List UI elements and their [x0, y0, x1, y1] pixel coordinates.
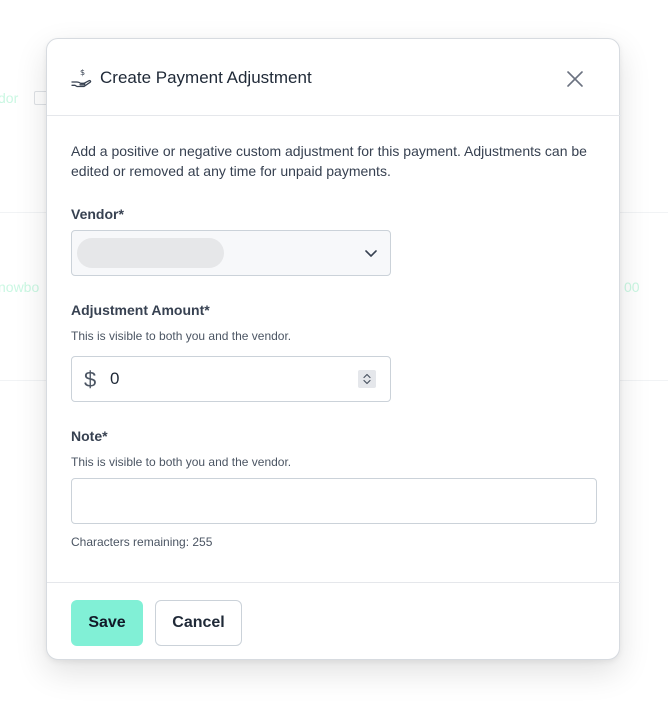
close-icon — [567, 71, 583, 87]
note-help-text: This is visible to both you and the vend… — [71, 455, 292, 469]
amount-help-text: This is visible to both you and the vend… — [71, 329, 292, 343]
hand-dollar-icon: $ — [71, 67, 93, 89]
svg-text:$: $ — [80, 68, 85, 77]
modal-description: Add a positive or negative custom adjust… — [71, 143, 587, 179]
note-label: Note* — [71, 428, 108, 444]
modal-footer-divider — [47, 582, 621, 583]
amount-field: $ — [71, 356, 391, 402]
dollar-icon: $ — [84, 367, 97, 392]
payment-adjustment-modal: $ Create Payment Adjustment Add a positi… — [46, 38, 621, 660]
vendor-label: Vendor* — [71, 206, 124, 222]
background-amount: 00 — [624, 279, 640, 295]
modal-title: Create Payment Adjustment — [100, 68, 312, 87]
background-vendor-name: nowbo — [0, 279, 40, 295]
amount-input[interactable] — [110, 365, 340, 393]
close-button[interactable] — [559, 63, 591, 95]
save-button[interactable]: Save — [71, 600, 143, 646]
cancel-button[interactable]: Cancel — [155, 600, 242, 646]
vendor-select[interactable] — [71, 230, 391, 276]
amount-label: Adjustment Amount* — [71, 302, 210, 318]
characters-remaining: Characters remaining: 255 — [71, 535, 213, 549]
chevron-down-icon — [365, 250, 377, 257]
background-vendor-label: dor — [0, 90, 19, 106]
amount-stepper[interactable] — [358, 370, 376, 388]
note-input[interactable] — [71, 478, 597, 524]
vendor-loading-placeholder — [77, 238, 224, 268]
modal-header: $ Create Payment Adjustment — [47, 39, 621, 116]
